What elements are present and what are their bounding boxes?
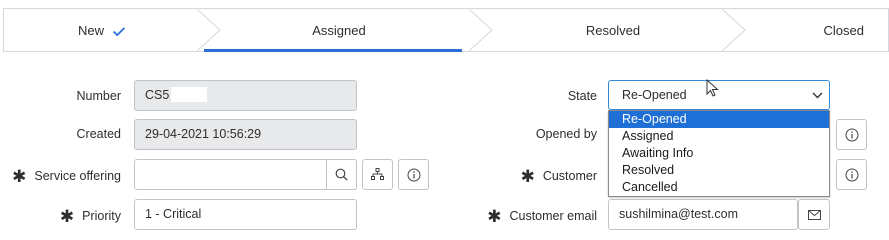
redaction-mask <box>171 87 208 103</box>
flow-step-new: New <box>4 9 200 51</box>
mouse-cursor-icon <box>706 79 719 97</box>
state-label: State <box>567 89 597 103</box>
customer-email-value: sushilmina@test.com <box>619 207 738 221</box>
active-step-indicator <box>204 49 462 52</box>
flow-step-label: Closed <box>823 23 864 38</box>
send-email-button[interactable] <box>798 199 830 230</box>
opened-by-info-button[interactable] <box>836 119 867 150</box>
priority-label-text: Priority <box>82 209 121 223</box>
process-flow: New Assigned Resolved Closed <box>3 8 889 52</box>
state-option-assigned[interactable]: Assigned <box>609 128 829 145</box>
flow-step-label: New <box>77 23 104 38</box>
number-field: CS5 <box>134 80 357 111</box>
flow-step-closed: Closed <box>748 9 889 51</box>
customer-email-input[interactable]: sushilmina@test.com <box>608 199 798 230</box>
chevron-down-icon <box>812 92 823 99</box>
customer-label: ✱ Customer <box>520 165 597 186</box>
state-option-re-opened[interactable]: Re-Opened <box>609 111 829 128</box>
info-icon <box>845 128 858 141</box>
required-icon: ✱ <box>12 167 27 186</box>
number-value: CS5 <box>145 88 170 102</box>
created-value: 29-04-2021 10:56:29 <box>145 127 262 141</box>
flow-step-label: Assigned <box>312 23 366 38</box>
flow-step-label: Resolved <box>585 23 641 38</box>
customer-email-label-text: Customer email <box>509 209 597 223</box>
customer-info-button[interactable] <box>836 159 867 190</box>
customer-email-label: ✱ Customer email <box>487 205 597 226</box>
opened-by-label: Opened by <box>535 127 597 141</box>
search-icon <box>335 168 348 181</box>
number-label: Number <box>76 89 121 103</box>
service-offering-input[interactable] <box>134 159 357 190</box>
state-value: Re-Opened <box>622 88 687 102</box>
check-icon <box>112 27 126 37</box>
info-icon <box>845 168 858 181</box>
hierarchy-icon <box>371 168 384 180</box>
service-offering-label: ✱ Service offering <box>12 165 121 186</box>
created-label: Created <box>76 127 121 141</box>
required-icon: ✱ <box>520 167 535 186</box>
priority-value: 1 - Critical <box>145 207 202 221</box>
state-option-awaiting-info[interactable]: Awaiting Info <box>609 145 829 162</box>
service-offering-label-text: Service offering <box>34 169 121 183</box>
priority-select[interactable]: 1 - Critical <box>134 199 357 230</box>
flow-step-assigned: Assigned <box>200 9 478 51</box>
service-offering-info-button[interactable] <box>398 159 429 190</box>
created-field: 29-04-2021 10:56:29 <box>134 119 357 150</box>
flow-step-resolved: Resolved <box>478 9 748 51</box>
info-icon <box>407 168 420 181</box>
customer-label-text: Customer <box>542 169 597 183</box>
required-icon: ✱ <box>59 207 75 226</box>
required-icon: ✱ <box>487 207 502 226</box>
service-offering-search-button[interactable] <box>326 159 357 190</box>
state-option-resolved[interactable]: Resolved <box>609 162 829 179</box>
dependencies-button[interactable] <box>362 159 393 190</box>
envelope-icon <box>807 209 821 220</box>
priority-label: ✱ Priority <box>59 205 121 226</box>
state-dropdown-list: Re-Opened Assigned Awaiting Info Resolve… <box>608 110 830 197</box>
state-option-cancelled[interactable]: Cancelled <box>609 179 829 196</box>
